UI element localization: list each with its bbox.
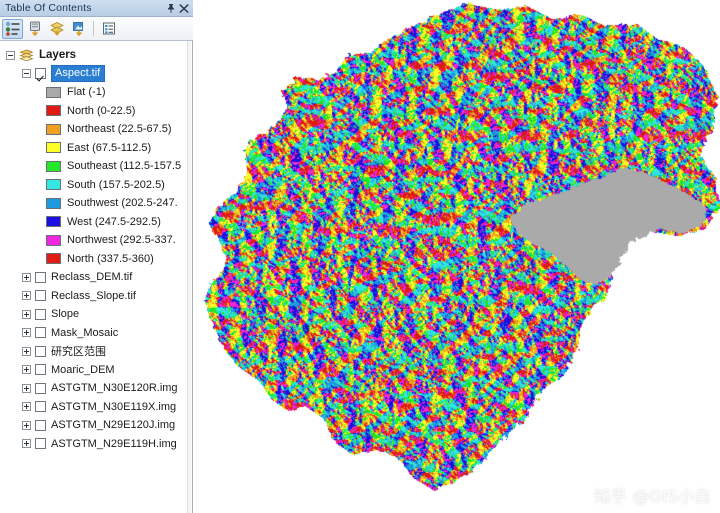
close-icon[interactable]: [177, 2, 190, 15]
legend-item[interactable]: Northeast (22.5-67.5): [0, 120, 192, 139]
arcmap-window: Table Of Contents Layers Aspect.tif Flat…: [0, 0, 720, 513]
layer-label: Moaric_DEM: [51, 363, 115, 376]
legend-label: Northeast (22.5-67.5): [67, 123, 172, 136]
tree-root-layers[interactable]: Layers: [0, 46, 192, 65]
layer-item[interactable]: ASTGTM_N29E119H.img: [0, 435, 192, 454]
legend-swatch[interactable]: [46, 253, 61, 265]
layer-checkbox[interactable]: [35, 327, 46, 339]
expand-icon[interactable]: [22, 291, 31, 301]
layer-label: ASTGTM_N29E119H.img: [51, 437, 177, 450]
layer-tree-container[interactable]: Layers Aspect.tif Flat (-1) North (0-22.5…: [0, 41, 193, 513]
layers-icon: [19, 49, 34, 62]
layer-label-aspect: Aspect.tif: [51, 65, 106, 83]
legend-item[interactable]: Northwest (292.5-337.: [0, 231, 192, 250]
legend-label: East (67.5-112.5): [67, 141, 152, 154]
layer-item[interactable]: 研究区范围: [0, 342, 192, 361]
list-by-selection-button[interactable]: [68, 19, 89, 39]
collapse-icon-layers[interactable]: [6, 50, 15, 60]
layer-item[interactable]: ASTGTM_N30E119X.img: [0, 398, 192, 417]
layer-item[interactable]: ASTGTM_N29E120J.img: [0, 416, 192, 435]
legend-item[interactable]: South (157.5-202.5): [0, 176, 192, 195]
layer-label: 研究区范围: [51, 346, 106, 359]
layer-checkbox[interactable]: [35, 401, 46, 413]
layer-checkbox[interactable]: [35, 290, 46, 302]
legend-swatch[interactable]: [46, 197, 61, 209]
panel-titlebar: Table Of Contents: [0, 0, 193, 17]
layer-item[interactable]: Mask_Mosaic: [0, 324, 192, 343]
expand-icon[interactable]: [22, 365, 31, 375]
expand-icon[interactable]: [22, 309, 31, 319]
legend-swatch[interactable]: [46, 142, 61, 154]
layer-label: Slope: [51, 308, 80, 321]
legend-item[interactable]: North (0-22.5): [0, 102, 192, 121]
layer-checkbox[interactable]: [35, 345, 46, 357]
layer-checkbox-aspect[interactable]: [35, 68, 46, 80]
aspect-raster-layer: [194, 0, 720, 513]
layer-tree: Layers Aspect.tif Flat (-1) North (0-22.5…: [0, 46, 192, 453]
legend-label: Southeast (112.5-157.5: [67, 160, 182, 173]
legend-swatch[interactable]: [46, 234, 61, 246]
layer-item[interactable]: Reclass_DEM.tif: [0, 268, 192, 287]
legend-label: South (157.5-202.5): [67, 178, 165, 191]
expand-icon[interactable]: [22, 346, 31, 356]
tree-root-label: Layers: [39, 49, 77, 62]
layer-label: ASTGTM_N30E120R.img: [51, 382, 178, 395]
legend-item[interactable]: East (67.5-112.5): [0, 139, 192, 158]
layer-item[interactable]: ASTGTM_N30E120R.img: [0, 379, 192, 398]
legend-swatch[interactable]: [46, 123, 61, 135]
layer-checkbox[interactable]: [35, 419, 46, 431]
legend-swatch[interactable]: [46, 160, 61, 172]
toc-toolbar: [0, 17, 193, 41]
layer-checkbox[interactable]: [35, 308, 46, 320]
expand-icon[interactable]: [22, 402, 31, 412]
expand-icon[interactable]: [22, 383, 31, 393]
legend-swatch[interactable]: [46, 86, 61, 98]
list-by-visibility-button[interactable]: [46, 19, 67, 39]
expand-icon[interactable]: [22, 439, 31, 449]
layer-checkbox[interactable]: [35, 271, 46, 283]
legend-label: Flat (-1): [67, 86, 106, 99]
legend-label: North (337.5-360): [67, 252, 154, 265]
legend-item[interactable]: Southwest (202.5-247.: [0, 194, 192, 213]
legend-item[interactable]: North (337.5-360): [0, 250, 192, 269]
layer-checkbox[interactable]: [35, 382, 46, 394]
panel-title: Table Of Contents: [5, 2, 92, 14]
toc-scrollbar[interactable]: [187, 41, 191, 513]
layer-item[interactable]: Slope: [0, 305, 192, 324]
layer-label: ASTGTM_N29E120J.img: [51, 419, 176, 432]
legend-label: Northwest (292.5-337.: [67, 234, 176, 247]
expand-icon[interactable]: [22, 328, 31, 338]
legend-swatch[interactable]: [46, 179, 61, 191]
layer-item[interactable]: Reclass_Slope.tif: [0, 287, 192, 306]
table-of-contents-panel: Table Of Contents Layers Aspect.tif Flat…: [0, 0, 193, 513]
list-by-source-button[interactable]: [24, 19, 45, 39]
legend-item[interactable]: Flat (-1): [0, 83, 192, 102]
legend-item[interactable]: West (247.5-292.5): [0, 213, 192, 232]
legend-item[interactable]: Southeast (112.5-157.5: [0, 157, 192, 176]
layer-label: Reclass_DEM.tif: [51, 271, 133, 284]
options-button[interactable]: [98, 19, 119, 39]
toolbar-separator: [93, 21, 94, 36]
legend-label: Southwest (202.5-247.: [67, 197, 178, 210]
map-view[interactable]: 知乎 @GIS小白: [193, 0, 720, 513]
expand-icon[interactable]: [22, 272, 31, 282]
legend-list: Flat (-1) North (0-22.5) Northeast (22.5-6…: [0, 83, 192, 268]
list-by-drawing-order-button[interactable]: [2, 18, 23, 39]
legend-label: West (247.5-292.5): [67, 215, 161, 228]
legend-label: North (0-22.5): [67, 104, 136, 117]
layer-list: Reclass_DEM.tif Reclass_Slope.tif Slope Mas…: [0, 268, 192, 453]
layer-label: ASTGTM_N30E119X.img: [51, 400, 177, 413]
layer-checkbox[interactable]: [35, 438, 46, 450]
layer-item-aspect[interactable]: Aspect.tif: [0, 65, 192, 84]
layer-checkbox[interactable]: [35, 364, 46, 376]
pushpin-icon[interactable]: [164, 2, 177, 15]
legend-swatch[interactable]: [46, 216, 61, 228]
layer-label: Reclass_Slope.tif: [51, 289, 136, 302]
collapse-icon-aspect[interactable]: [22, 69, 31, 79]
layer-item[interactable]: Moaric_DEM: [0, 361, 192, 380]
layer-label: Mask_Mosaic: [51, 326, 119, 339]
expand-icon[interactable]: [22, 420, 31, 430]
legend-swatch[interactable]: [46, 105, 61, 117]
